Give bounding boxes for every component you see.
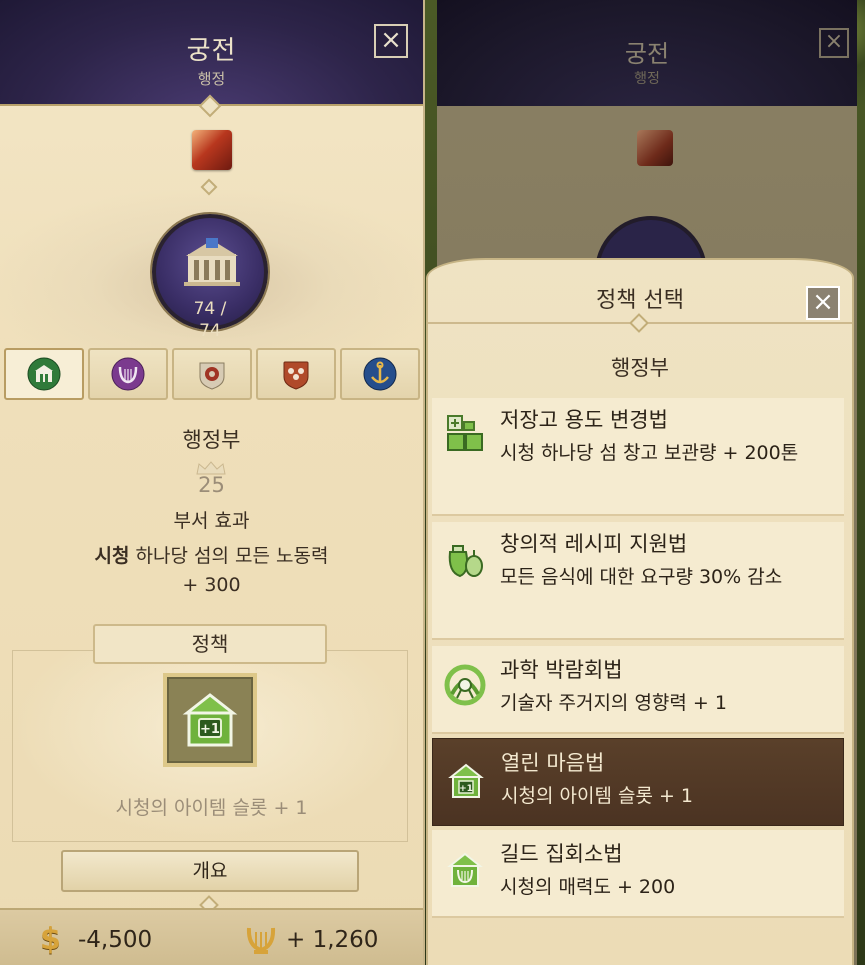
policy-select-close-button[interactable]: × [806, 286, 840, 320]
palace-building-medal: 74 / 74 [152, 214, 268, 341]
policy-item-recipe[interactable]: 창의적 레시피 지원법 모든 음식에 대한 요구량 30% 감소 [432, 522, 844, 640]
quill-icon [192, 130, 232, 170]
department-effect-title: 부서 효과 [173, 510, 250, 532]
department-tabs [4, 348, 420, 402]
divider-ornament [629, 313, 649, 333]
department-effect-text: 시청 하나당 섬의 모든 노동력 [0, 541, 423, 568]
town-hall-plus-icon: +1 [182, 693, 238, 747]
building-count-total: 74 [199, 321, 221, 341]
tab-industry[interactable] [172, 348, 252, 400]
effect-building-name: 시청 [94, 545, 130, 567]
tab-administration[interactable] [4, 348, 84, 400]
svg-text:+1: +1 [459, 784, 473, 794]
policy-effect: 시청의 아이템 슬롯 + 1 [501, 785, 694, 807]
policy-select-title: 정책 선택 [596, 288, 684, 313]
svg-text:+1: +1 [200, 722, 220, 737]
effect-description: 하나당 섬의 모든 노동력 [129, 545, 329, 567]
dimmed-header: 궁전 행정 × [437, 0, 857, 106]
town-hall-plus-icon: +1 [448, 763, 484, 798]
policy-name: 열린 마음법 [501, 751, 605, 775]
people-icon [283, 361, 309, 390]
town-hall-icon [27, 357, 61, 391]
policy-effect: 모든 음식에 대한 요구량 30% 감소 [500, 566, 783, 588]
gold-balance: -4,500 [78, 927, 153, 953]
policy-item-science-fair[interactable]: 과학 박람회법 기술자 주거지의 영향력 + 1 [432, 646, 844, 734]
dimmed-close-button: × [819, 28, 849, 58]
dimmed-quill-icon [637, 130, 673, 166]
policy-effect: 시청 하나당 섬 창고 보관량 + 200톤 [500, 442, 799, 464]
resource-bar: $ -4,500 + 1,260 [0, 908, 423, 965]
policy-effect: 시청의 매력도 + 200 [500, 876, 676, 898]
policy-name: 창의적 레시피 지원법 [500, 532, 688, 556]
tab-society[interactable] [256, 348, 336, 400]
palace-building-icon [184, 238, 240, 286]
dimmed-title: 궁전 [624, 40, 670, 68]
policy-slot[interactable]: +1 [163, 673, 257, 767]
policy-item-open-mind[interactable]: +1 열린 마음법 시청의 아이템 슬롯 + 1 [432, 738, 844, 826]
close-button[interactable]: × [374, 24, 408, 58]
policy-name: 저장고 용도 변경법 [500, 408, 668, 432]
overview-button[interactable]: 개요 [61, 850, 359, 892]
tab-navy[interactable] [340, 348, 420, 400]
storage-boxes-icon [447, 415, 483, 451]
policy-name: 길드 집회소법 [500, 842, 623, 866]
building-count: 74 / 74 [156, 298, 264, 342]
culture-balance: + 1,260 [286, 927, 379, 953]
policy-item-storage[interactable]: 저장고 용도 변경법 시청 하나당 섬 창고 보관량 + 200톤 [432, 398, 844, 516]
culture-lyre-icon [246, 927, 276, 954]
department-effect-value: + 300 [182, 574, 241, 596]
anchor-icon [363, 357, 397, 391]
palace-panel: 궁전 행정 × 74 / 74 행정부 25 부서 효과 시청 하나당 섬의 모… [0, 0, 425, 965]
policy-effect: 기술자 주거지의 영향력 + 1 [500, 692, 727, 714]
dimmed-subtitle: 행정 [634, 71, 660, 87]
palace-title: 궁전 [186, 36, 237, 66]
gear-icon [199, 362, 225, 390]
policy-label: 정책 [93, 624, 327, 664]
policy-description: 시청의 아이템 슬롯 + 1 [115, 797, 308, 819]
tab-culture[interactable] [88, 348, 168, 400]
guild-hall-icon [447, 852, 483, 887]
building-count-current: 74 / [193, 299, 227, 319]
palace-header: 궁전 행정 × [0, 0, 423, 106]
food-ingredients-icon [448, 545, 483, 578]
gold-coin-icon: $ [40, 922, 61, 957]
lyre-icon [111, 357, 145, 391]
department-level: 25 [198, 473, 225, 497]
policy-name: 과학 박람회법 [500, 658, 623, 682]
palace-subtitle: 행정 [197, 70, 226, 88]
policy-item-guild-hall[interactable]: 길드 집회소법 시청의 매력도 + 200 [432, 830, 844, 918]
department-name: 행정부 [182, 428, 241, 452]
policy-select-department: 행정부 [611, 356, 669, 380]
policy-select-panel: 정책 선택 × 행정부 저장고 용도 변경법 시청 하나당 섬 창고 보관량 +… [426, 258, 854, 965]
science-fair-icon [444, 664, 486, 706]
